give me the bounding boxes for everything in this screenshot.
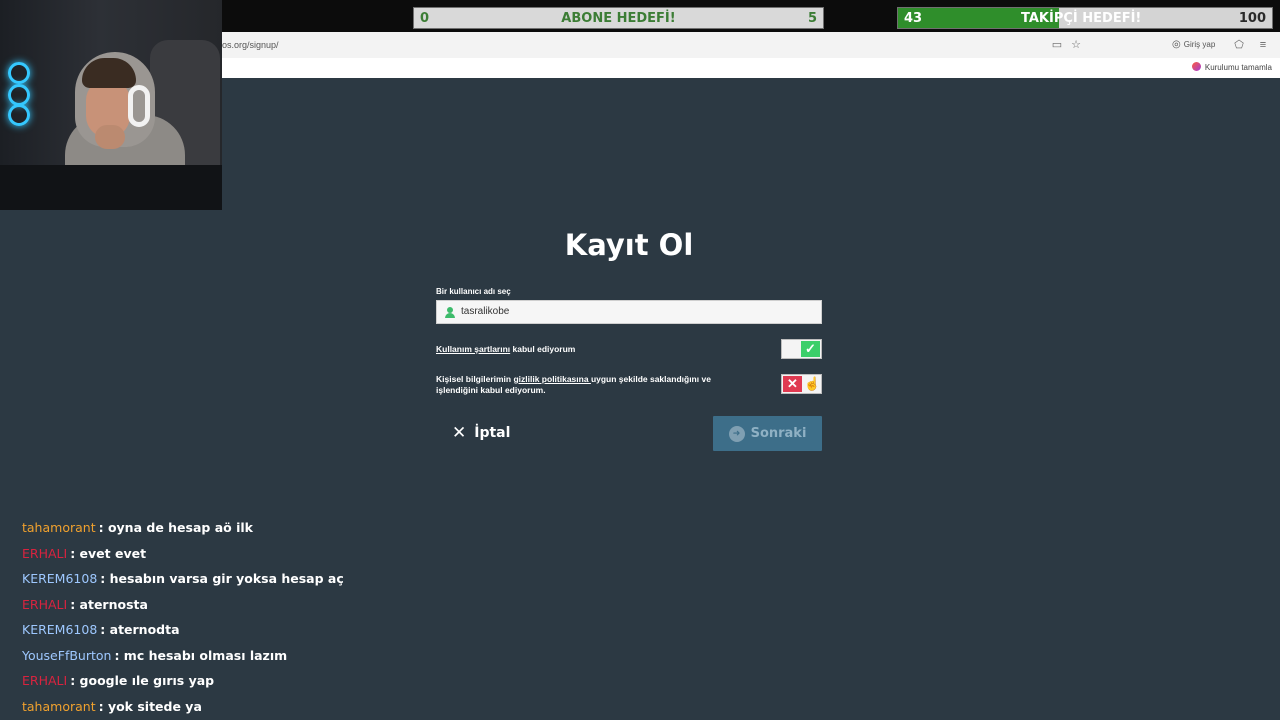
chat-text: : hesabın varsa gir yoksa hesap aç xyxy=(100,571,344,586)
chat-message: KEREM6108: aternodta xyxy=(22,620,422,646)
subscriber-goal-title: ABONE HEDEFİ! xyxy=(561,11,676,26)
page-title: Kayıt Ol xyxy=(564,228,694,262)
streamer-hair xyxy=(82,58,136,88)
chat-message: ERHALI: evet evet xyxy=(22,544,422,570)
rgb-fan-light xyxy=(8,62,30,84)
chat-text: : mc hesabı olması lazım xyxy=(114,647,288,663)
terms-link[interactable]: Kullanım şartlarını xyxy=(436,344,510,354)
username-label: Bir kullanıcı adı seç xyxy=(436,287,511,296)
terms-text: kabul ediyorum xyxy=(510,344,576,354)
chat-username: ERHALI xyxy=(22,545,68,561)
privacy-link[interactable]: gizlilik politikasına xyxy=(513,374,590,384)
chat-text: : aternodta xyxy=(100,622,180,637)
check-icon: ✓ xyxy=(801,341,820,357)
hand-cursor-icon: ☝ xyxy=(804,376,821,391)
follower-goal-target: 100 xyxy=(1238,11,1266,26)
chat-username: tahamorant xyxy=(22,698,96,714)
cancel-label: İptal xyxy=(474,425,511,441)
follower-goal-widget: 43 TAKİPÇİ HEDEFİ! 100 xyxy=(897,7,1273,29)
url-text[interactable]: os.org/signup/ xyxy=(222,40,279,50)
hamburger-menu-icon[interactable]: ≡ xyxy=(1256,38,1270,52)
username-value[interactable]: tasralikobe xyxy=(461,306,509,317)
browser-tab-fragment[interactable] xyxy=(224,10,334,22)
webcam-overlay xyxy=(0,0,222,210)
browser-address-bar[interactable]: os.org/signup/ ▭ ☆ ◎ Giriş yap ⬠ ≡ xyxy=(222,32,1280,58)
rgb-fan-light xyxy=(8,84,30,106)
account-icon: ◎ xyxy=(1172,39,1181,50)
terms-toggle[interactable]: ✓ xyxy=(781,339,822,359)
chat-username: KEREM6108 xyxy=(22,571,98,586)
chat-message: KEREM6108: hesabın varsa gir yoksa hesap… xyxy=(22,569,422,595)
subscriber-goal-widget: 0 ABONE HEDEFİ! 5 xyxy=(413,7,824,29)
follower-goal-title: TAKİPÇİ HEDEFİ! xyxy=(1021,11,1142,26)
stream-chat: tahamorant: oyna de hesap aö ilk ERHALI: … xyxy=(22,518,422,720)
subscriber-goal-target: 5 xyxy=(807,11,817,26)
next-label: Sonraki xyxy=(750,426,807,441)
chat-username: YouseFfBurton xyxy=(22,647,112,663)
reader-view-icon[interactable]: ▭ xyxy=(1050,38,1064,52)
chat-text: : aternosta xyxy=(70,596,148,612)
desk xyxy=(0,165,222,210)
rgb-fan-light xyxy=(8,104,30,126)
bookmarks-bar: Kurulumu tamamla xyxy=(222,58,1280,78)
close-icon: ✕ xyxy=(452,423,467,443)
user-icon xyxy=(445,307,455,318)
chat-username: ERHALI xyxy=(22,596,68,612)
browser-logo-icon xyxy=(1191,62,1201,71)
star-icon[interactable]: ☆ xyxy=(1069,38,1083,52)
follower-goal-current: 43 xyxy=(904,11,923,26)
chat-username: ERHALI xyxy=(22,673,68,688)
login-button[interactable]: ◎ Giriş yap xyxy=(1172,38,1215,52)
arrow-right-icon: ➜ xyxy=(728,425,745,442)
login-label: Giriş yap xyxy=(1183,40,1216,49)
next-button[interactable]: ➜ Sonraki xyxy=(713,416,822,451)
terms-consent-text: Kullanım şartlarını kabul ediyorum xyxy=(436,344,736,355)
chat-message: ERHALI: google ıle gırıs yap xyxy=(22,671,422,697)
chat-message: ERHALI: aternosta xyxy=(22,595,422,621)
chat-message: tahamorant: yok sitede ya xyxy=(22,697,422,720)
complete-setup-label: Kurulumu tamamla xyxy=(1204,63,1272,72)
chat-username: KEREM6108 xyxy=(22,622,98,637)
chat-text: : google ıle gırıs yap xyxy=(70,673,215,688)
chat-text: : yok sitede ya xyxy=(98,698,202,714)
cross-icon: ✕ xyxy=(783,376,802,392)
chat-message: tahamorant: oyna de hesap aö ilk xyxy=(22,518,422,544)
privacy-prefix: Kişisel bilgilerimin xyxy=(436,374,514,384)
streamer-hand xyxy=(95,125,125,149)
extensions-icon[interactable]: ⬠ xyxy=(1232,38,1246,52)
privacy-consent-text: Kişisel bilgilerimin gizlilik politikası… xyxy=(436,374,736,396)
chat-username: tahamorant xyxy=(22,520,96,535)
chat-text: : evet evet xyxy=(70,545,147,561)
complete-setup-button[interactable]: Kurulumu tamamla xyxy=(1191,62,1272,74)
headset xyxy=(128,85,150,127)
chat-message: YouseFfBurton: mc hesabı olması lazım xyxy=(22,646,422,672)
cancel-button[interactable]: ✕ İptal xyxy=(452,421,510,445)
chat-text: : oyna de hesap aö ilk xyxy=(98,520,253,535)
username-input[interactable]: tasralikobe xyxy=(436,300,822,324)
